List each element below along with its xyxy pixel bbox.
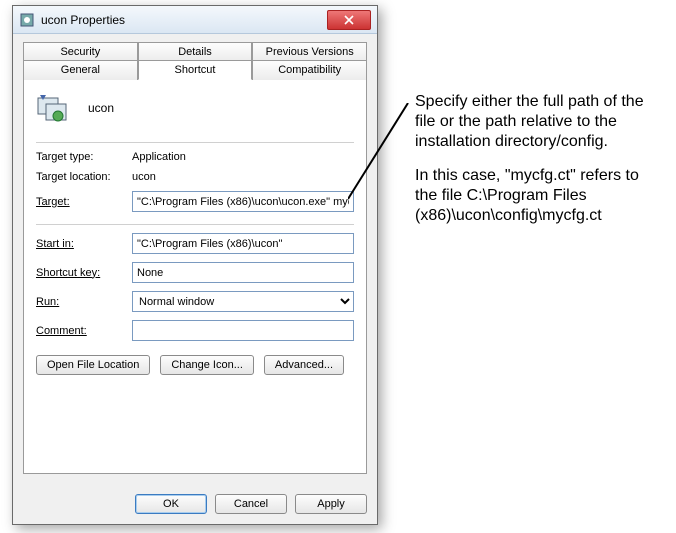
tab-previous-versions[interactable]: Previous Versions — [252, 42, 367, 61]
target-type-value: Application — [132, 151, 354, 163]
run-label: Run: — [36, 296, 132, 308]
properties-dialog: ucon Properties Security Details Previou… — [12, 5, 378, 525]
target-location-label: Target location: — [36, 171, 132, 183]
tab-strip: Security Details Previous Versions Gener… — [23, 42, 367, 80]
run-select[interactable]: Normal window — [132, 291, 354, 312]
target-location-value: ucon — [132, 171, 354, 183]
comment-input[interactable] — [132, 320, 354, 341]
target-input[interactable] — [132, 191, 354, 212]
app-icon — [19, 12, 35, 28]
tab-shortcut[interactable]: Shortcut — [138, 60, 253, 80]
divider — [36, 142, 354, 143]
annotation-text: Specify either the full path of the file… — [415, 92, 660, 240]
cancel-button[interactable]: Cancel — [215, 494, 287, 514]
close-button[interactable] — [327, 10, 371, 30]
open-file-location-button[interactable]: Open File Location — [36, 355, 150, 375]
close-icon — [344, 15, 354, 25]
tab-general[interactable]: General — [23, 60, 138, 80]
start-in-input[interactable] — [132, 233, 354, 254]
dialog-body: Security Details Previous Versions Gener… — [13, 34, 377, 484]
annotation-p1: Specify either the full path of the file… — [415, 92, 660, 152]
advanced-button[interactable]: Advanced... — [264, 355, 344, 375]
titlebar: ucon Properties — [13, 6, 377, 34]
tab-compatibility[interactable]: Compatibility — [252, 60, 367, 80]
annotation-p2: In this case, "mycfg.ct" refers to the f… — [415, 166, 660, 226]
shortcut-key-input[interactable] — [132, 262, 354, 283]
ok-button[interactable]: OK — [135, 494, 207, 514]
shortcut-header: ucon — [36, 92, 354, 124]
tab-details[interactable]: Details — [138, 42, 253, 61]
tab-security[interactable]: Security — [23, 42, 138, 61]
change-icon-button[interactable]: Change Icon... — [160, 355, 254, 375]
shortcut-button-row: Open File Location Change Icon... Advanc… — [36, 355, 354, 375]
dialog-footer: OK Cancel Apply — [13, 484, 377, 524]
shortcut-key-label: Shortcut key: — [36, 267, 132, 279]
apply-button[interactable]: Apply — [295, 494, 367, 514]
divider — [36, 224, 354, 225]
tab-panel-shortcut: ucon Target type: Application Target loc… — [23, 79, 367, 474]
start-in-label: Start in: — [36, 238, 132, 250]
target-type-label: Target type: — [36, 151, 132, 163]
shortcut-icon — [36, 92, 68, 124]
comment-label: Comment: — [36, 325, 132, 337]
target-label: Target: — [36, 196, 132, 208]
window-title: ucon Properties — [41, 13, 327, 27]
shortcut-name: ucon — [88, 101, 114, 115]
